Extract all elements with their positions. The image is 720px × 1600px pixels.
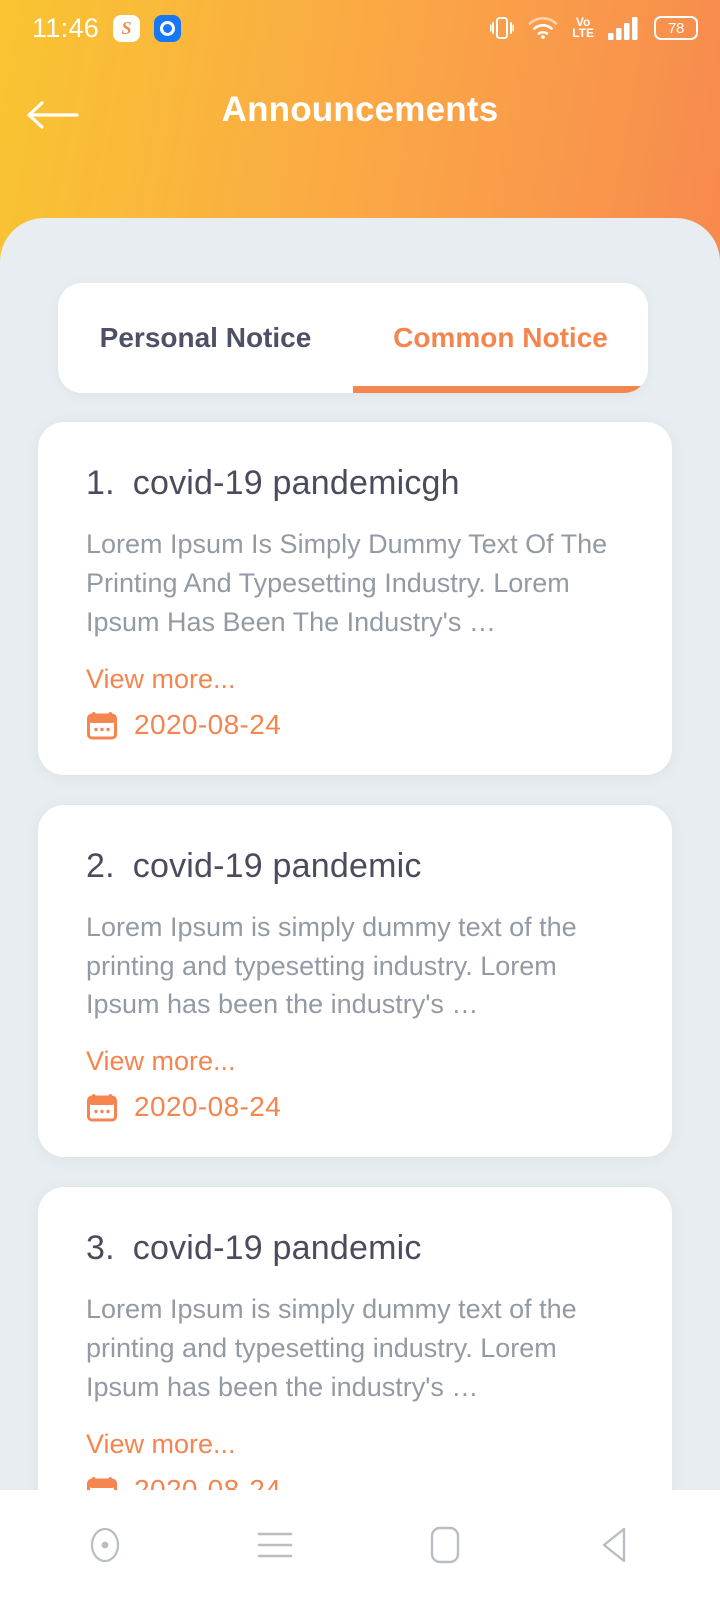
volte-icon: Vo LTE xyxy=(572,16,594,40)
notice-number: 1. xyxy=(86,464,115,502)
notice-card[interactable]: 2. covid-19 pandemic Lorem Ipsum is simp… xyxy=(38,804,672,1158)
calendar-icon xyxy=(86,1091,118,1123)
view-more-link[interactable]: View more... xyxy=(86,664,624,695)
home-icon xyxy=(430,1526,460,1564)
notice-title: covid-19 pandemicgh xyxy=(132,464,460,502)
status-bar-clock: 11:46 xyxy=(32,12,100,43)
notice-date-row: 2020-08-24 xyxy=(86,1474,624,1490)
notice-date: 2020-08-24 xyxy=(134,1091,282,1123)
wifi-icon xyxy=(528,16,558,40)
tab-personal-notice-label: Personal Notice xyxy=(99,322,312,353)
status-bar-left: 11:46 S xyxy=(32,12,182,44)
battery-percent-label: 78 xyxy=(667,19,685,37)
phone-screen: 11:46 S Vo LTE 78 Announcements Personal… xyxy=(0,0,720,1600)
notice-title-row: 1. covid-19 pandemicgh xyxy=(86,464,624,503)
notice-card[interactable]: 3. covid-19 pandemic Lorem Ipsum is simp… xyxy=(38,1187,672,1490)
vibrate-icon xyxy=(490,15,515,41)
page-title: Announcements xyxy=(221,90,499,129)
tab-active-underline xyxy=(353,386,648,393)
status-bar: 11:46 S Vo LTE 78 xyxy=(0,0,720,56)
notice-date-row: 2020-08-24 xyxy=(86,1091,624,1123)
notice-date-row: 2020-08-24 xyxy=(86,709,624,741)
assistant-icon xyxy=(88,1524,122,1566)
notice-body: Lorem Ipsum Is Simply Dummy Text Of The … xyxy=(86,529,608,637)
signal-icon xyxy=(608,16,640,40)
recents-button[interactable] xyxy=(230,1500,320,1590)
status-bar-right: Vo LTE 78 xyxy=(490,15,698,41)
notice-number: 3. xyxy=(86,1229,115,1268)
battery-icon: 78 xyxy=(654,16,698,40)
notice-title: covid-19 pandemic xyxy=(132,1229,422,1268)
tab-personal-notice[interactable]: Personal Notice xyxy=(58,283,353,393)
notice-title-row: 2. covid-19 pandemic xyxy=(86,847,624,886)
tab-common-notice[interactable]: Common Notice xyxy=(353,283,648,393)
notice-scroll-area[interactable]: Personal Notice Common Notice 1. covid-1… xyxy=(0,218,720,1490)
tab-common-notice-label: Common Notice xyxy=(393,322,608,353)
view-more-link[interactable]: View more... xyxy=(86,1429,624,1460)
back-button-nav[interactable] xyxy=(570,1500,660,1590)
back-icon xyxy=(598,1526,632,1564)
tab-bar: Personal Notice Common Notice xyxy=(58,283,648,393)
view-more-link[interactable]: View more... xyxy=(86,1046,624,1077)
notice-body: Lorem Ipsum is simply dummy text of the … xyxy=(86,911,577,1020)
notice-card[interactable]: 1. covid-19 pandemicgh Lorem Ipsum Is Si… xyxy=(38,422,672,775)
recents-icon xyxy=(256,1528,294,1562)
calendar-icon xyxy=(86,1474,118,1490)
skype-icon: S xyxy=(113,14,141,42)
calendar-icon xyxy=(86,709,118,741)
messenger-icon xyxy=(154,14,182,42)
notice-title: covid-19 pandemic xyxy=(132,846,422,885)
notice-date: 2020-08-24 xyxy=(134,1473,282,1490)
notice-list: 1. covid-19 pandemicgh Lorem Ipsum Is Si… xyxy=(38,422,672,1490)
messenger-icon-ring xyxy=(160,20,176,36)
volte-line-2: LTE xyxy=(572,26,594,40)
assistant-button[interactable] xyxy=(60,1500,150,1590)
notice-number: 2. xyxy=(86,846,115,885)
notice-body: Lorem Ipsum is simply dummy text of the … xyxy=(86,1294,577,1402)
notice-date: 2020-08-24 xyxy=(134,708,282,740)
app-bar: Announcements xyxy=(0,56,720,176)
home-button[interactable] xyxy=(400,1500,490,1590)
notice-title-row: 3. covid-19 pandemic xyxy=(86,1229,624,1268)
system-navigation-bar xyxy=(0,1490,720,1600)
